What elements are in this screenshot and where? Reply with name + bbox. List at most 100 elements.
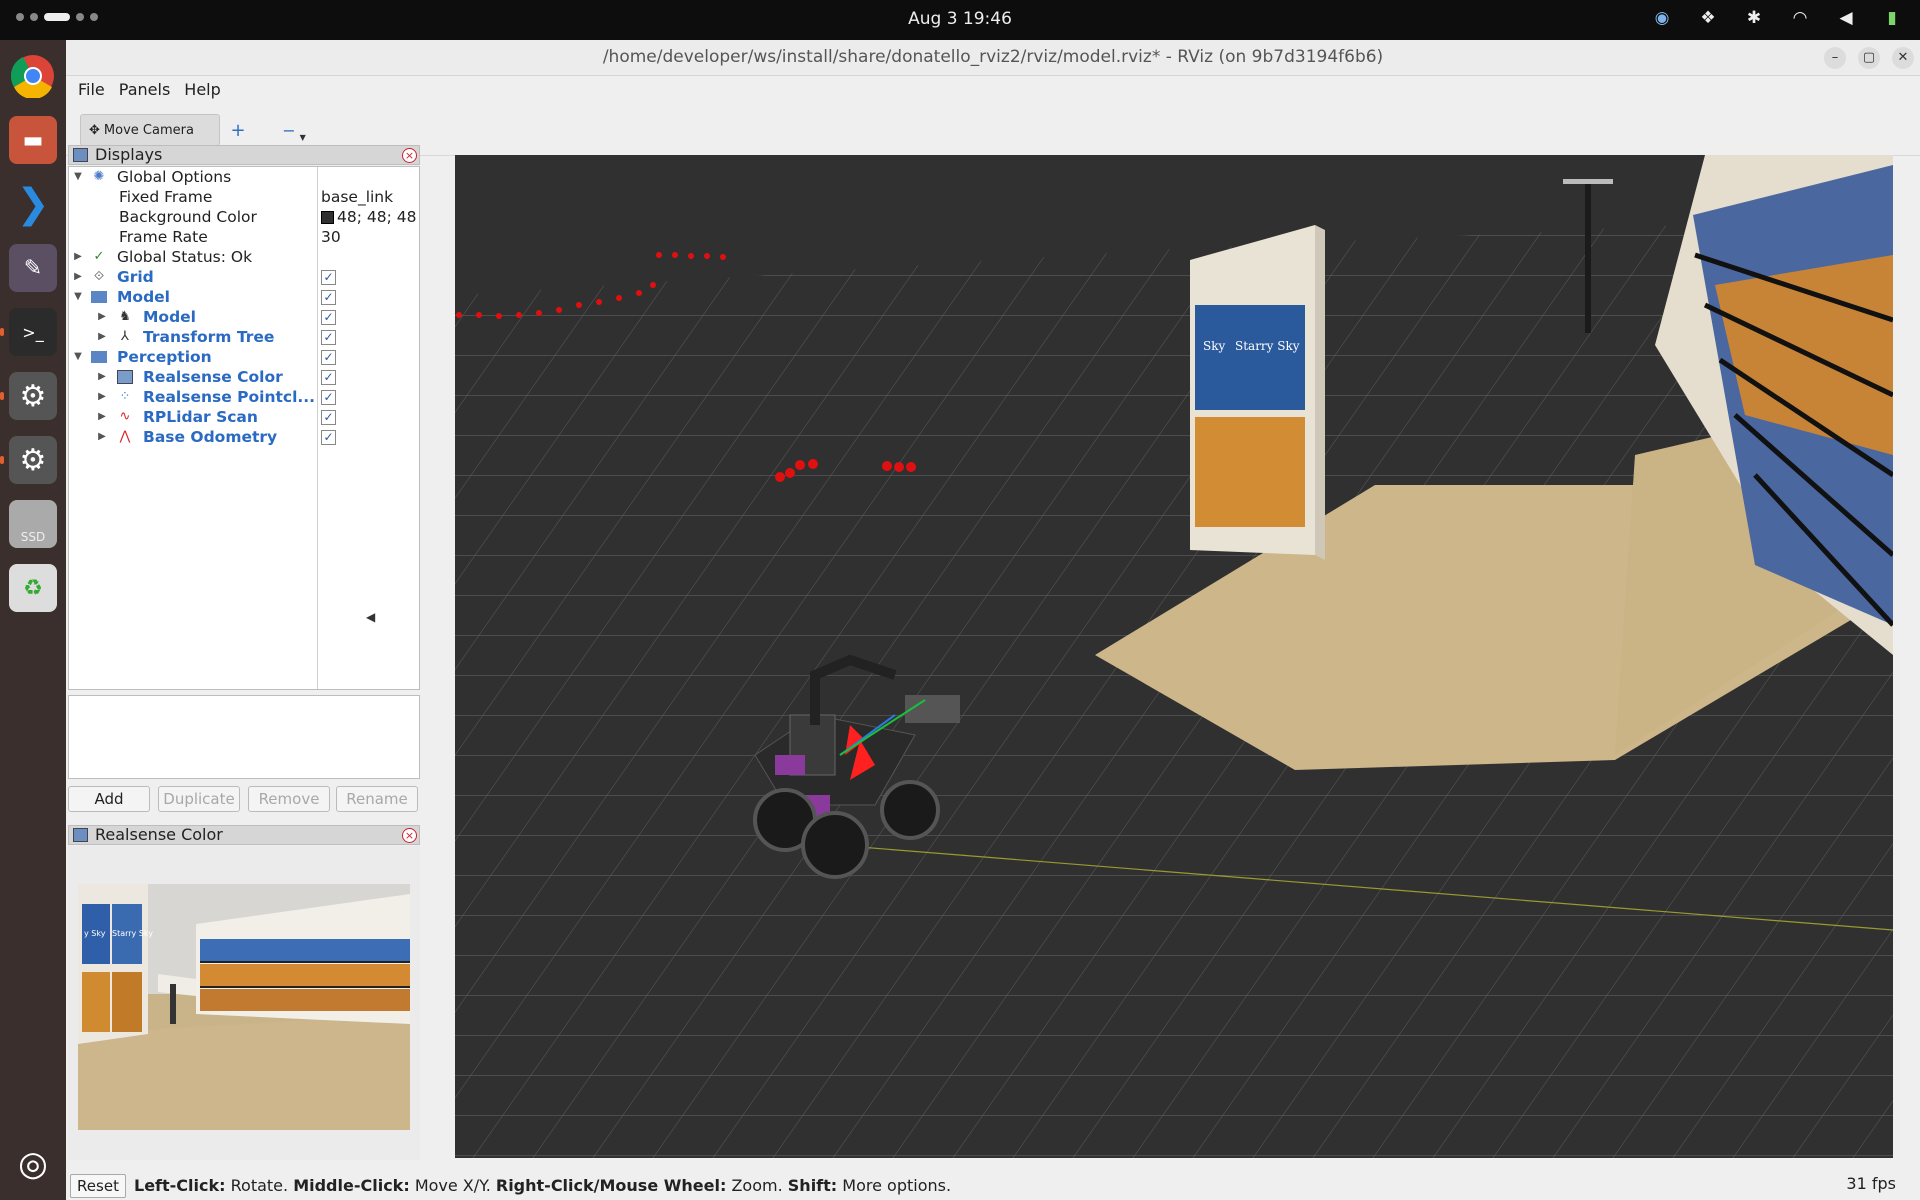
remove-display-button[interactable]: Remove [248,786,330,812]
collapsed-arrow-icon[interactable]: ▶ [97,387,107,407]
tree-row-transform-tree[interactable]: ▶ ⅄ Transform Tree ✓ [69,327,419,347]
tree-row-perception[interactable]: ▼ Perception ✓ [69,347,419,367]
duplicate-display-button[interactable]: Duplicate [158,786,240,812]
tree-row-realsense-pointcloud[interactable]: ▶ ⁘ Realsense Pointcl... ✓ [69,387,419,407]
grid-checkbox[interactable]: ✓ [321,270,336,285]
fixed-frame-value[interactable]: base_link [321,187,393,207]
sync-icon[interactable]: ◉ [1652,8,1672,28]
image-icon [117,370,133,384]
ssd-drive-icon[interactable]: SSD [9,500,57,548]
realsense-color-checkbox[interactable]: ✓ [321,370,336,385]
tree-row-global-status[interactable]: ▶ ✓ Global Status: Ok [69,247,419,267]
poster-text: Starry Sky [1235,339,1300,353]
collapsed-arrow-icon[interactable]: ▶ [97,367,107,387]
camera-image[interactable]: y Sky Starry Sky [78,884,410,1130]
collapse-left-arrow-icon[interactable]: ◀ [366,610,375,624]
perception-checkbox[interactable]: ✓ [321,350,336,365]
tree-row-model-group[interactable]: ▼ Model ✓ [69,287,419,307]
volume-icon[interactable]: ◀ [1836,8,1856,28]
accessibility-icon[interactable]: ✱ [1744,8,1764,28]
expand-arrow-icon[interactable]: ▼ [73,347,83,367]
collapsed-arrow-icon[interactable]: ▶ [73,247,83,267]
hint-key: Middle-Click: [293,1176,410,1195]
menu-help[interactable]: Help [178,76,226,104]
ssd-label: SSD [20,530,46,544]
close-icon[interactable]: ✕ [1892,47,1914,69]
tree-row-frame-rate[interactable]: Frame Rate 30 [69,227,419,247]
chrome-icon[interactable] [9,52,57,100]
maximize-icon[interactable]: ▢ [1858,47,1880,69]
tree-row-realsense-color[interactable]: ▶ Realsense Color ✓ [69,367,419,387]
hint-key: Shift: [787,1176,838,1195]
tree-row-global-options[interactable]: ▼ ✺ Global Options [69,167,419,187]
menu-file[interactable]: File [72,76,111,104]
model-group-checkbox[interactable]: ✓ [321,290,336,305]
background-color-value[interactable]: 48; 48; 48 [321,207,416,227]
text-editor-icon[interactable]: ✎ [9,244,57,292]
frame-rate-value[interactable]: 30 [321,227,341,247]
collapsed-arrow-icon[interactable]: ▶ [73,267,83,287]
hint-key: Right-Click/Mouse Wheel: [495,1176,727,1195]
terminal-icon[interactable]: >_ [0,308,57,356]
tree-row-model[interactable]: ▶ ♞ Model ✓ [69,307,419,327]
hint-action: Rotate. [230,1176,289,1195]
expand-arrow-icon[interactable]: ▼ [73,287,83,307]
background-color-text: 48; 48; 48 [337,208,417,226]
expand-arrow-icon[interactable]: ▼ [73,167,83,187]
3d-viewport[interactable]: Sky Starry Sky [455,155,1893,1158]
minimize-icon[interactable]: – [1824,47,1846,69]
transform-tree-checkbox[interactable]: ✓ [321,330,336,345]
clock[interactable]: Aug 3 19:46 [0,9,1920,29]
odometry-icon: ⋀ [119,429,131,444]
tree-row-background-color[interactable]: Background Color 48; 48; 48 [69,207,419,227]
model-group-label: Model [117,288,170,306]
model-checkbox[interactable]: ✓ [321,310,336,325]
system-tray[interactable]: ◉ ❖ ✱ ◠ ◀ ▮ [1652,8,1902,28]
window-titlebar[interactable]: /home/developer/ws/install/share/donatel… [66,40,1920,76]
folder-icon [91,351,107,363]
pointcloud-icon: ⁘ [119,389,131,404]
files-icon[interactable]: ▬ [9,116,57,164]
color-swatch[interactable] [321,211,334,224]
reset-button[interactable]: Reset [70,1174,126,1198]
tree-row-rplidar-scan[interactable]: ▶ ∿ RPLidar Scan ✓ [69,407,419,427]
collapsed-arrow-icon[interactable]: ▶ [97,307,107,327]
tree-row-base-odometry[interactable]: ▶ ⋀ Base Odometry ✓ [69,427,419,447]
move-camera-button[interactable]: ✥ Move Camera [80,114,220,146]
displays-title: Displays [95,145,163,164]
battery-icon[interactable]: ▮ [1882,8,1902,28]
image-panel-icon [73,828,88,842]
rename-display-button[interactable]: Rename [336,786,418,812]
collapsed-arrow-icon[interactable]: ▶ [97,407,107,427]
base-odometry-label: Base Odometry [143,428,278,446]
ubuntu-apps-icon[interactable]: ◎ [9,1140,57,1188]
dropbox-icon[interactable]: ❖ [1698,8,1718,28]
poster-text: y Sky [84,929,106,938]
close-panel-icon[interactable]: × [402,148,417,163]
lamp-post [1585,183,1591,333]
checkmark-icon: ✓ [93,249,105,264]
menu-panels[interactable]: Panels [113,76,177,104]
realsense-pointcloud-checkbox[interactable]: ✓ [321,390,336,405]
tree-row-grid[interactable]: ▶ ⟐ Grid ✓ [69,267,419,287]
wifi-icon[interactable]: ◠ [1790,8,1810,28]
shelf-posters [200,939,410,1011]
poster-text: Starry Sky [112,929,153,938]
dropdown-arrow-icon[interactable]: ▼ [300,133,306,142]
base-odometry-checkbox[interactable]: ✓ [321,430,336,445]
perception-label: Perception [117,348,212,366]
collapsed-arrow-icon[interactable]: ▶ [97,427,107,447]
settings-alt-icon[interactable]: ⚙ [0,436,57,484]
close-panel-icon[interactable]: × [402,828,417,843]
vscode-icon[interactable]: ❯ [9,180,57,228]
add-display-button[interactable]: Add [68,786,150,812]
realsense-pointcloud-label: Realsense Pointcl... [143,388,316,406]
background-color-label: Background Color [119,208,257,226]
tree-row-fixed-frame[interactable]: Fixed Frame base_link [69,187,419,207]
settings-icon[interactable]: ⚙ [0,372,57,420]
rplidar-scan-checkbox[interactable]: ✓ [321,410,336,425]
remove-tool-button[interactable]: − ▼ [276,114,312,146]
add-tool-button[interactable]: + [222,114,254,146]
collapsed-arrow-icon[interactable]: ▶ [97,327,107,347]
trash-icon[interactable]: ♻ [9,564,57,612]
